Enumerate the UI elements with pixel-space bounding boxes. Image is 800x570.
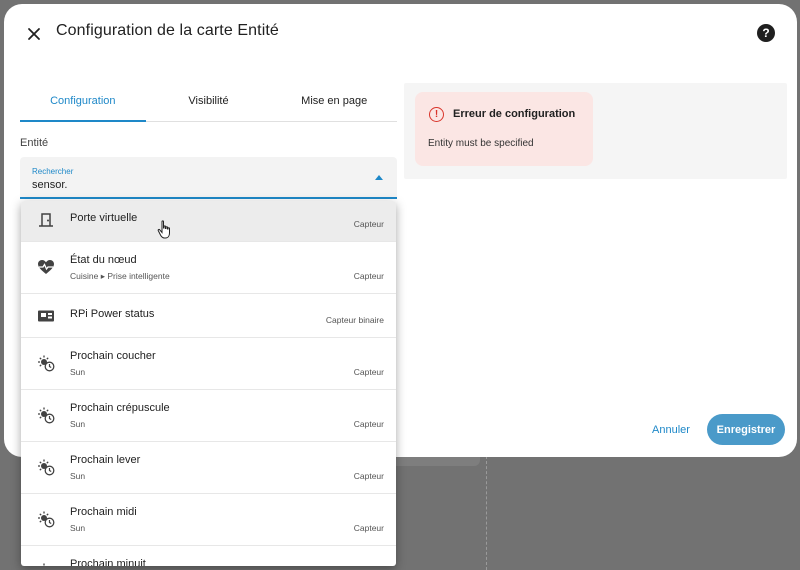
list-item[interactable]: Porte virtuelle Capteur — [21, 201, 396, 242]
option-domain: Capteur — [353, 523, 384, 533]
heart-pulse-icon — [37, 258, 55, 276]
search-field-label: Rechercher — [32, 167, 74, 176]
sun-clock-icon — [37, 406, 55, 424]
tab-configuration[interactable]: Configuration — [20, 84, 146, 122]
option-name: Prochain crépuscule — [70, 402, 170, 414]
option-area: Sun — [70, 523, 86, 533]
option-name: Prochain midi — [70, 506, 137, 518]
option-name: Prochain minuit — [70, 558, 146, 566]
option-name: Prochain coucher — [70, 350, 156, 362]
config-tabs: Configuration Visibilité Mise en page — [20, 84, 397, 122]
tab-layout[interactable]: Mise en page — [271, 84, 397, 121]
option-domain: Capteur — [353, 219, 384, 229]
option-area: Sun — [70, 367, 86, 377]
option-domain: Capteur — [353, 367, 384, 377]
error-card: ! Erreur de configuration Entity must be… — [415, 92, 593, 166]
help-icon[interactable]: ? — [757, 24, 775, 42]
option-domain: Capteur — [353, 271, 384, 281]
option-name: Prochain lever — [70, 454, 141, 466]
background-card-outline — [405, 456, 487, 570]
list-item[interactable]: Prochain crépuscule Sun Capteur — [21, 390, 396, 442]
close-button[interactable] — [22, 22, 46, 46]
list-item[interactable]: État du nœud Cuisine ▸ Prise intelligent… — [21, 242, 396, 294]
option-name: RPi Power status — [70, 308, 155, 320]
close-icon — [28, 28, 40, 40]
option-area: Sun — [70, 419, 86, 429]
entity-search-input[interactable] — [32, 179, 352, 191]
entity-label: Entité — [20, 137, 49, 149]
board-icon — [37, 307, 55, 325]
entity-search-field[interactable]: Rechercher — [20, 157, 397, 199]
error-title: Erreur de configuration — [453, 108, 576, 120]
option-area: Cuisine ▸ Prise intelligente — [70, 271, 170, 281]
save-button[interactable]: Enregistrer — [707, 414, 785, 445]
option-area: Sun — [70, 471, 86, 481]
sun-clock-icon — [37, 354, 55, 372]
option-domain: Capteur binaire — [325, 315, 384, 325]
door-icon — [37, 211, 55, 229]
entity-dropdown-list: Porte virtuelle Capteur État du nœud Cui… — [21, 201, 396, 566]
option-domain: Capteur — [353, 471, 384, 481]
hand-pointer-icon — [157, 220, 170, 239]
sun-clock-icon — [37, 458, 55, 476]
chevron-up-icon[interactable] — [375, 175, 383, 180]
list-item[interactable]: Prochain coucher Sun Capteur — [21, 338, 396, 390]
error-message: Entity must be specified — [428, 138, 534, 149]
list-item[interactable]: Prochain midi Sun Capteur — [21, 494, 396, 546]
option-name: Porte virtuelle — [70, 212, 138, 224]
list-item[interactable]: Prochain lever Sun Capteur — [21, 442, 396, 494]
list-item[interactable]: Prochain minuit — [21, 546, 396, 566]
list-item[interactable]: RPi Power status Capteur binaire — [21, 294, 396, 338]
option-name: État du nœud — [70, 254, 137, 266]
error-circle-icon: ! — [429, 107, 444, 122]
dialog-title: Configuration de la carte Entité — [56, 22, 279, 39]
cancel-button[interactable]: Annuler — [641, 416, 701, 444]
sun-clock-icon — [37, 562, 55, 566]
tab-visibility[interactable]: Visibilité — [146, 84, 272, 121]
sun-clock-icon — [37, 510, 55, 528]
option-domain: Capteur — [353, 419, 384, 429]
